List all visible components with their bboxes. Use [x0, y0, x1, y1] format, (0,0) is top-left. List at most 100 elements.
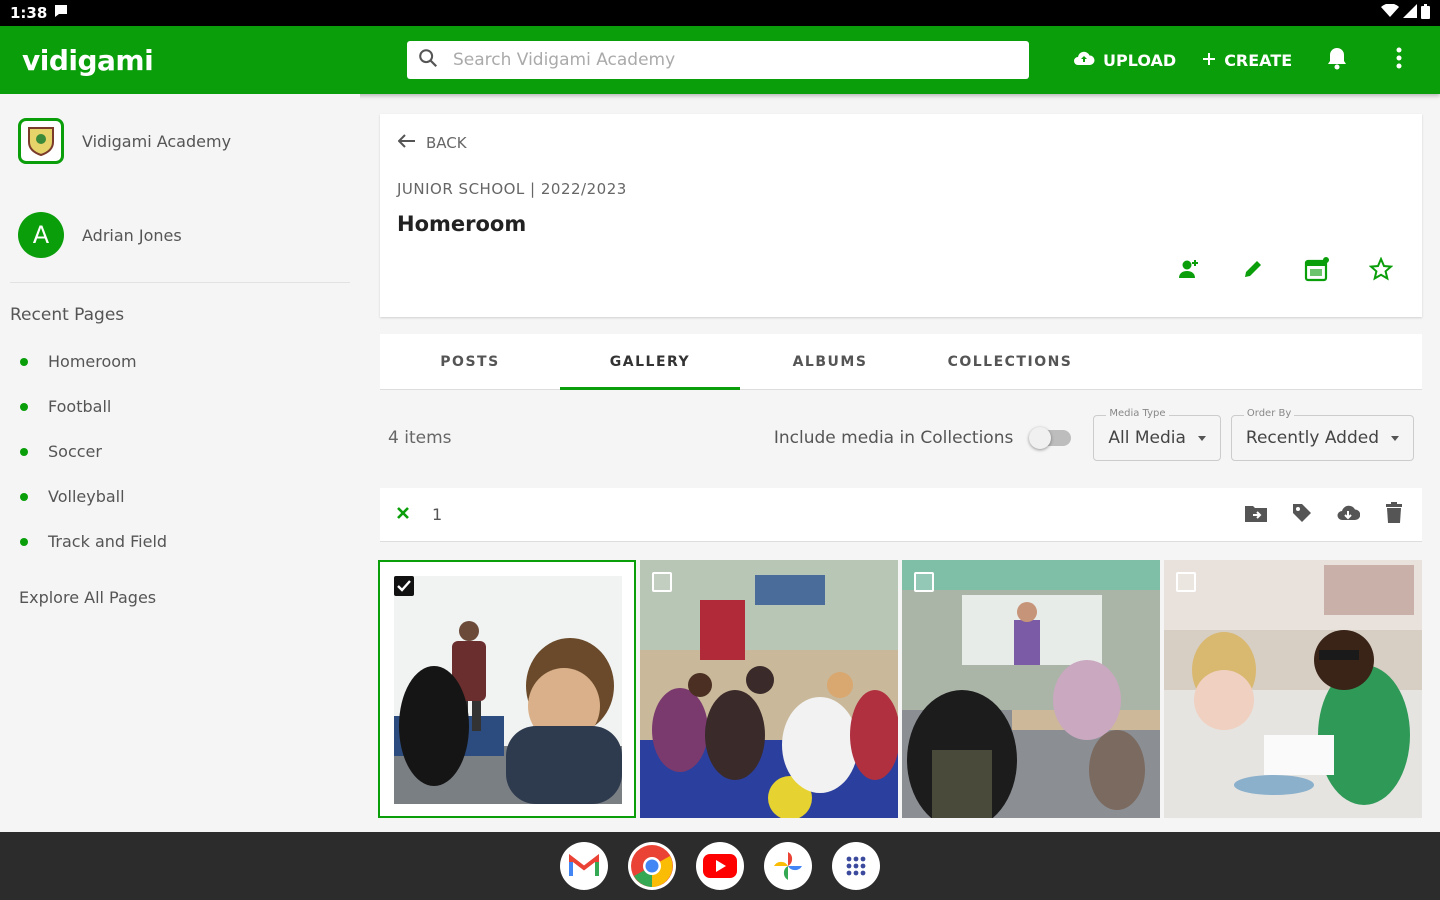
students-on-rug-photo [640, 560, 898, 818]
tile-checkbox[interactable] [652, 572, 672, 592]
selection-toolbar: 1 [380, 488, 1422, 542]
photos-icon[interactable] [764, 842, 812, 890]
system-dock [0, 832, 1440, 900]
favorite-button[interactable] [1368, 256, 1394, 285]
recent-page-item[interactable]: Football [0, 384, 360, 429]
recent-page-item[interactable]: Soccer [0, 429, 360, 474]
recent-page-item[interactable]: Track and Field [0, 519, 360, 564]
wifi-icon [1381, 3, 1399, 22]
tab-gallery[interactable]: GALLERY [560, 334, 740, 390]
gallery-tile[interactable] [902, 560, 1160, 818]
page-title: Homeroom [397, 212, 527, 236]
toggle-knob [1029, 427, 1052, 449]
tab-albums[interactable]: ALBUMS [740, 334, 920, 389]
recent-page-label: Soccer [48, 442, 102, 461]
recent-page-label: Volleyball [48, 487, 125, 506]
star-outline-icon [1368, 256, 1394, 285]
tab-posts[interactable]: POSTS [380, 334, 560, 389]
recent-pages-list: Homeroom Football Soccer Volleyball Trac… [0, 339, 360, 564]
close-icon [396, 505, 410, 524]
order-by-label: Order By [1243, 408, 1295, 419]
order-by-value: Recently Added [1245, 428, 1379, 448]
chrome-icon[interactable] [628, 842, 676, 890]
calendar-icon [1304, 256, 1330, 286]
overflow-menu-button[interactable] [1396, 46, 1402, 74]
plus-icon [1202, 51, 1216, 70]
recent-pages-heading: Recent Pages [10, 305, 125, 325]
signal-icon [1403, 4, 1417, 22]
create-label: CREATE [1224, 50, 1293, 70]
youtube-icon[interactable] [696, 842, 744, 890]
trash-icon [1384, 501, 1404, 528]
more-vertical-icon [1396, 46, 1402, 74]
classroom-desks-photo [902, 560, 1160, 818]
app-bar: vidigami UPLOAD CREATE [0, 26, 1440, 94]
tag-button[interactable] [1290, 503, 1314, 527]
app-launcher-icon[interactable] [832, 842, 880, 890]
include-collections-label: Include media in Collections [773, 428, 1014, 448]
gallery-filter-bar: 4 items Include media in Collections Med… [380, 408, 1422, 466]
bullet-icon [20, 537, 28, 546]
user-name: Adrian Jones [82, 225, 182, 245]
explore-all-pages-link[interactable]: Explore All Pages [0, 564, 360, 607]
gallery-grid [378, 560, 1424, 818]
gallery-tile[interactable] [640, 560, 898, 818]
bullet-icon [20, 357, 28, 366]
page-header-card: BACK JUNIOR SCHOOL | 2022/2023 Homeroom [380, 114, 1422, 317]
battery-icon [1421, 3, 1430, 23]
tile-checkbox[interactable] [394, 576, 414, 596]
breadcrumb: JUNIOR SCHOOL | 2022/2023 [397, 180, 627, 198]
include-collections-toggle[interactable] [1029, 427, 1072, 449]
dropdown-caret-icon [1391, 435, 1399, 441]
user-profile[interactable]: A Adrian Jones [0, 188, 360, 282]
status-bar: 1:38 [0, 0, 1440, 26]
search-input[interactable] [453, 50, 993, 70]
delete-button[interactable] [1382, 501, 1406, 528]
gmail-icon[interactable] [560, 842, 608, 890]
bullet-icon [20, 492, 28, 501]
notifications-button[interactable] [1326, 46, 1348, 74]
folder-move-icon [1244, 503, 1268, 527]
cloud-download-icon [1336, 504, 1361, 526]
create-button[interactable]: CREATE [1202, 51, 1292, 70]
bell-icon [1326, 46, 1348, 74]
media-type-select[interactable]: Media Type All Media [1093, 408, 1221, 461]
clear-selection-button[interactable] [396, 505, 410, 524]
tile-checkbox[interactable] [914, 572, 934, 592]
status-time: 1:38 [10, 4, 48, 22]
media-type-label: Media Type [1106, 408, 1169, 419]
gallery-tile[interactable] [1164, 560, 1422, 818]
tab-collections[interactable]: COLLECTIONS [920, 334, 1100, 389]
items-count: 4 items [388, 428, 452, 448]
edit-page-button[interactable] [1240, 258, 1266, 284]
arrow-left-icon [397, 134, 416, 152]
upload-button[interactable]: UPLOAD [1073, 50, 1176, 70]
media-type-value: All Media [1108, 428, 1186, 448]
recent-page-item[interactable]: Homeroom [0, 339, 360, 384]
sidebar: Vidigami Academy A Adrian Jones Recent P… [0, 94, 360, 832]
cloud-upload-icon [1073, 50, 1095, 70]
school-crest-icon [18, 118, 64, 164]
calendar-button[interactable] [1304, 256, 1330, 286]
back-button[interactable]: BACK [397, 134, 467, 152]
search-bar[interactable] [407, 41, 1029, 79]
move-to-folder-button[interactable] [1244, 503, 1268, 527]
upload-label: UPLOAD [1103, 50, 1177, 70]
search-icon [417, 47, 439, 73]
add-member-button[interactable] [1176, 258, 1202, 284]
tile-checkbox[interactable] [1176, 572, 1196, 592]
back-label: BACK [426, 134, 467, 152]
recent-page-item[interactable]: Volleyball [0, 474, 360, 519]
order-by-select[interactable]: Order By Recently Added [1230, 408, 1414, 461]
recent-page-label: Football [48, 397, 112, 416]
person-add-icon [1177, 258, 1201, 284]
tag-icon [1291, 502, 1313, 528]
org-switcher[interactable]: Vidigami Academy [0, 94, 360, 188]
download-button[interactable] [1336, 503, 1361, 527]
selected-count: 1 [432, 505, 443, 524]
recent-page-label: Track and Field [48, 532, 168, 551]
app-logo[interactable]: vidigami [22, 44, 407, 77]
teacher-whiteboard-photo [394, 576, 622, 804]
page-tabs: POSTS GALLERY ALBUMS COLLECTIONS [380, 334, 1422, 390]
gallery-tile[interactable] [378, 560, 636, 818]
